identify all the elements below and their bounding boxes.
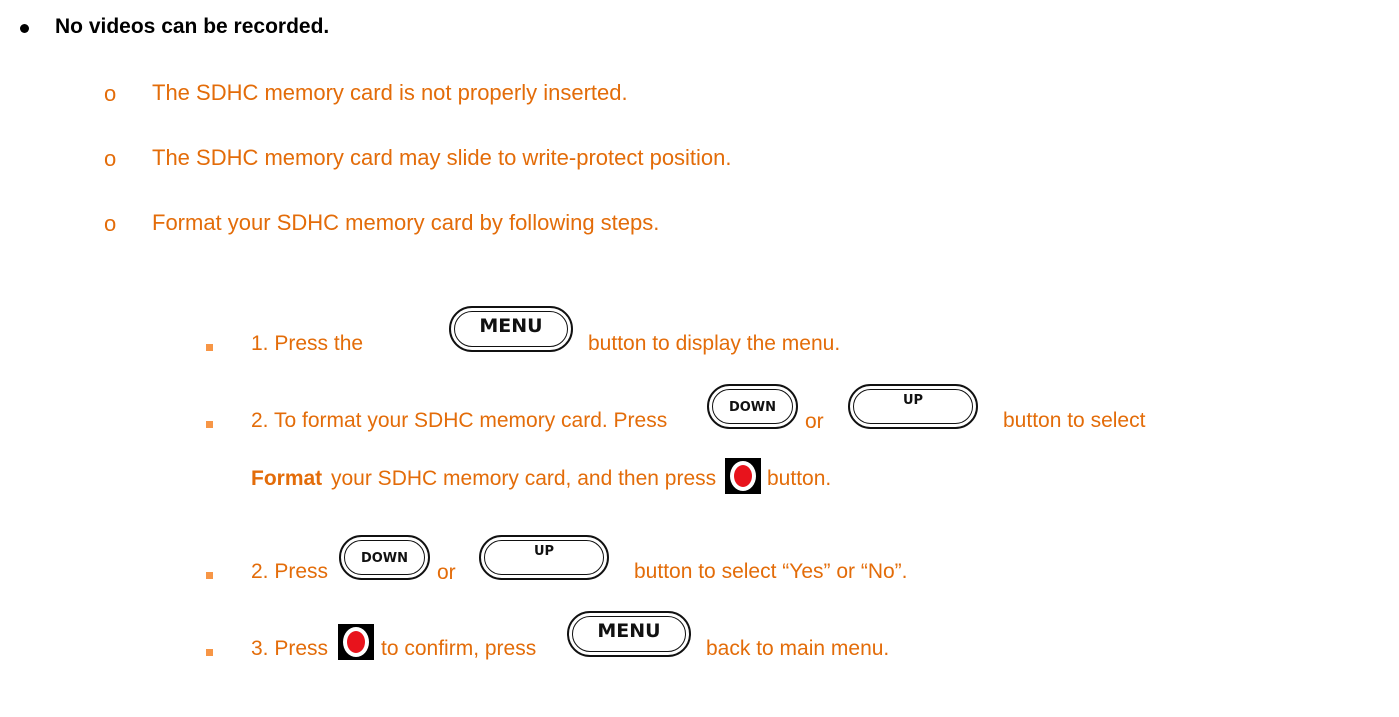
step-2-end: button.	[767, 467, 832, 490]
menu-button-icon: MENU	[449, 306, 573, 352]
down-label: DOWN	[360, 551, 409, 566]
cause-item: The SDHC memory card may slide to write-…	[152, 145, 732, 170]
up-label: UP	[533, 544, 555, 559]
step-3-pre: 2. Press	[251, 560, 329, 583]
up-button-icon: UP	[479, 535, 609, 580]
down-label: DOWN	[728, 400, 777, 415]
up-button-icon: UP	[848, 384, 978, 429]
heading-bullet	[20, 24, 29, 33]
step-2-or: or	[805, 410, 824, 433]
cause-item: The SDHC memory card is not properly ins…	[152, 80, 628, 105]
up-label: UP	[902, 393, 924, 408]
step-bullet	[206, 572, 213, 579]
step-1-pre: 1. Press the	[251, 332, 364, 355]
format-keyword: Format	[251, 467, 323, 490]
step-3-post: button to select “Yes” or “No”.	[634, 560, 908, 583]
menu-button-icon: MENU	[567, 611, 691, 657]
record-dot	[734, 465, 752, 487]
step-bullet	[206, 421, 213, 428]
down-button-icon: DOWN	[707, 384, 798, 429]
section-heading: No videos can be recorded.	[55, 15, 330, 38]
record-button-icon	[725, 458, 761, 494]
step-4-pre: 3. Press	[251, 637, 329, 660]
step-3-or: or	[437, 561, 456, 584]
cause-item: Format your SDHC memory card by followin…	[152, 210, 660, 235]
step-bullet	[206, 649, 213, 656]
step-1-post: button to display the menu.	[588, 332, 841, 355]
record-dot	[347, 631, 365, 653]
cause-marker: o	[104, 211, 117, 236]
step-4-mid: to confirm, press	[381, 637, 537, 660]
record-button-icon	[338, 624, 374, 660]
step-2-cont: your SDHC memory card, and then press	[331, 467, 717, 490]
step-2-format-bold: Format	[251, 467, 322, 491]
cause-marker: o	[104, 146, 117, 171]
step-4-post: back to main menu.	[706, 637, 890, 660]
menu-label: MENU	[597, 620, 661, 642]
cause-marker: o	[104, 81, 117, 106]
down-button-icon: DOWN	[339, 535, 430, 580]
step-2-pre: 2. To format your SDHC memory card. Pres…	[251, 409, 668, 432]
step-bullet	[206, 344, 213, 351]
menu-label: MENU	[479, 315, 543, 337]
step-2-post: button to select	[1003, 409, 1146, 432]
